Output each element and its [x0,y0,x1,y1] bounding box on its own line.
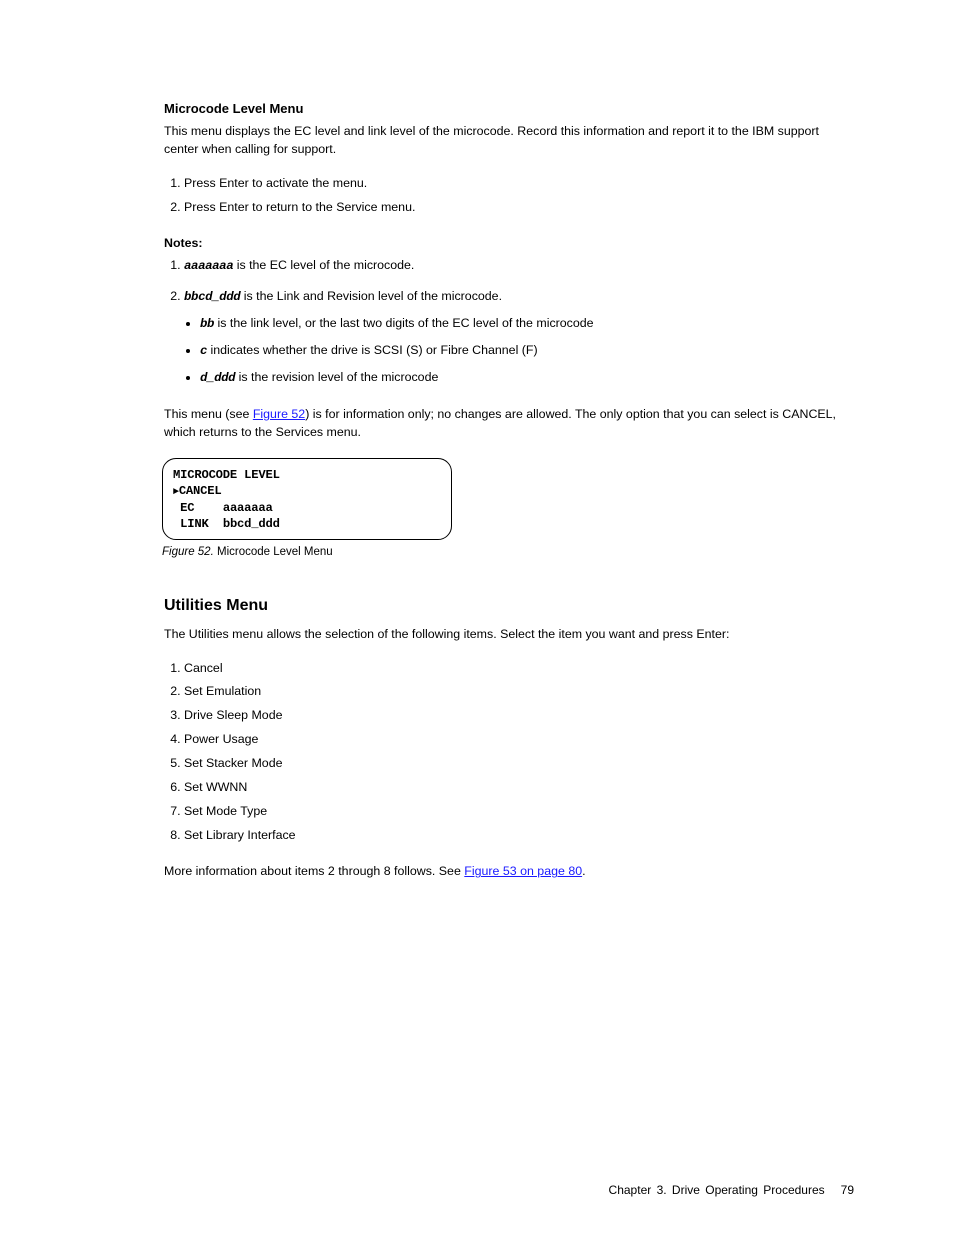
figure-intro-paragraph: This menu (see Figure 52) is for informa… [164,406,854,442]
list-item: Set Emulation [184,683,854,701]
panel-ec-value: aaaaaaa [223,501,273,515]
list-item: Cancel [184,660,854,678]
list-item: d_ddd is the revision level of the micro… [200,369,854,388]
panel-title: MICROCODE LEVEL [173,468,280,482]
microcode-intro-paragraph: This menu displays the EC level and link… [164,123,854,159]
followup-before: More information about items 2 through 8… [164,864,464,878]
list-item: Press Enter to return to the Service men… [184,199,854,217]
note-text: is the Link and Revision level of the mi… [240,289,502,303]
list-item: bbcd_ddd is the Link and Revision level … [184,288,854,388]
utilities-intro-paragraph: The Utilities menu allows the selection … [164,626,854,644]
list-item: Drive Sleep Mode [184,707,854,725]
panel-cancel: CANCEL [179,484,222,498]
figure-caption-text: Microcode Level Menu [217,546,333,558]
list-item: Set Library Interface [184,827,854,845]
note-text: is the revision level of the microcode [235,370,438,384]
microcode-level-heading: Microcode Level Menu [164,100,854,119]
note-sublist: bb is the link level, or the last two di… [184,315,854,388]
list-item: Set Mode Type [184,803,854,821]
panel-link-label: LINK [180,517,208,531]
page-footer: Chapter 3. Drive Operating Procedures 79 [609,1182,854,1199]
figure-53-link[interactable]: Figure 53 on page 80 [464,864,582,878]
note-text: indicates whether the drive is SCSI (S) … [207,343,538,357]
notes-label: Notes: [164,235,854,253]
list-item: Set Stacker Mode [184,755,854,773]
utilities-menu-heading: Utilities Menu [164,594,854,617]
note-text: is the EC level of the microcode. [233,258,414,272]
panel-ec-label: EC [180,501,194,515]
placeholder-code: c [200,344,207,358]
list-item: aaaaaaa is the EC level of the microcode… [184,257,854,276]
placeholder-code: d_ddd [200,371,235,385]
figure-52-block: MICROCODE LEVEL CANCEL EC aaaaaaa LINK b… [162,458,854,561]
placeholder-code: bb [200,317,214,331]
utilities-followup-paragraph: More information about items 2 through 8… [164,863,854,881]
figure-52-caption: Figure 52. Microcode Level Menu [162,544,854,561]
placeholder-code: bbcd_ddd [184,290,240,304]
list-item: c indicates whether the drive is SCSI (S… [200,342,854,361]
note-text: is the link level, or the last two digit… [214,316,593,330]
panel-link-value: bbcd_ddd [223,517,280,531]
microcode-steps-list: Press Enter to activate the menu. Press … [164,175,854,217]
figure-52-link[interactable]: Figure 52 [253,407,305,421]
followup-after: . [582,864,585,878]
microcode-level-panel: MICROCODE LEVEL CANCEL EC aaaaaaa LINK b… [162,458,452,540]
figure-number: Figure 52. [162,546,217,558]
notes-list: aaaaaaa is the EC level of the microcode… [164,257,854,388]
list-item: Press Enter to activate the menu. [184,175,854,193]
figure-intro-before: This menu (see [164,407,253,421]
list-item: Set WWNN [184,779,854,797]
utilities-list: Cancel Set Emulation Drive Sleep Mode Po… [164,660,854,846]
list-item: Power Usage [184,731,854,749]
list-item: bb is the link level, or the last two di… [200,315,854,334]
placeholder-code: aaaaaaa [184,259,233,273]
